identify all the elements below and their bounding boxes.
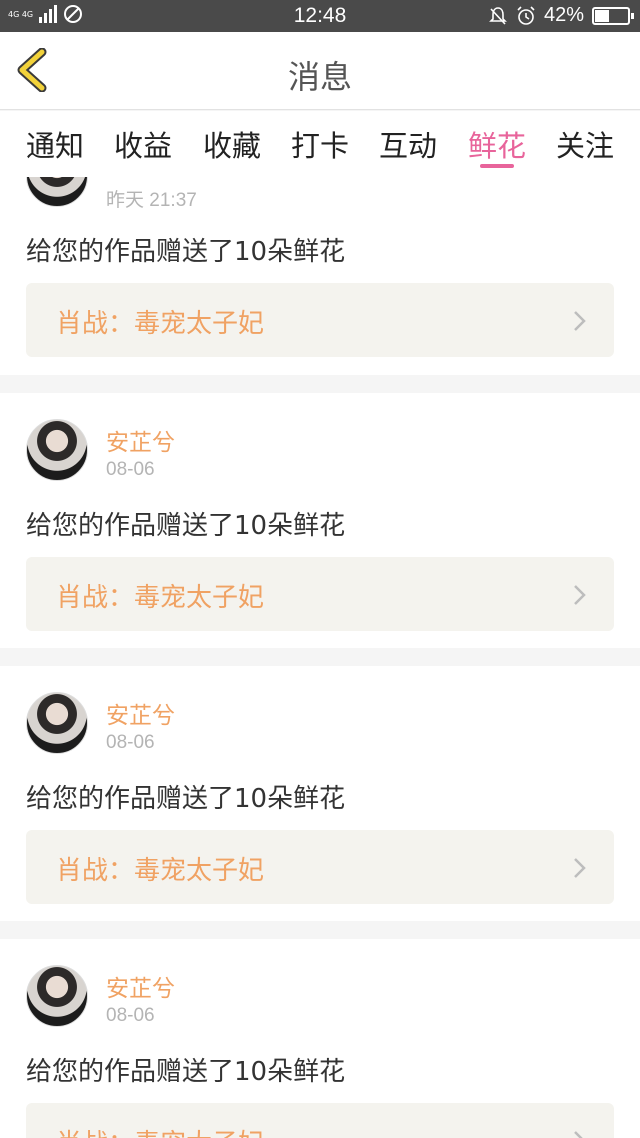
work-title: 肖战：毒宠太子妃 — [56, 856, 265, 886]
status-bar: 4G 4G 12:48 42% — [0, 0, 640, 32]
tab-checkin[interactable]: 打卡 — [291, 123, 349, 165]
user-name[interactable]: 安芷兮 — [106, 969, 175, 1003]
message-card: 安芷兮 08-06 给您的作品赠送了10朵鲜花 肖战：毒宠太子妃 — [0, 666, 640, 921]
page-header: 消息 — [0, 32, 640, 110]
alarm-icon — [517, 5, 535, 25]
chevron-right-icon — [574, 1131, 583, 1138]
chevron-right-icon — [574, 858, 586, 878]
chevron-right-icon — [574, 585, 586, 605]
message-date: 08-06 — [106, 1005, 155, 1026]
page-title: 消息 — [287, 58, 352, 96]
message-date: 昨天 21:37 — [106, 190, 197, 211]
chevron-right-icon — [574, 311, 586, 331]
tab-follow[interactable]: 关注 — [556, 123, 614, 165]
work-link[interactable]: 肖战：毒宠太子妃 — [26, 557, 614, 631]
message-text: 给您的作品赠送了10朵鲜花 — [26, 1057, 346, 1087]
work-link[interactable]: 肖战：毒宠太子妃 — [26, 283, 614, 357]
avatar[interactable] — [26, 419, 88, 481]
message-text: 给您的作品赠送了10朵鲜花 — [26, 237, 346, 267]
message-card: 昨天 21:37 给您的作品赠送了10朵鲜花 肖战：毒宠太子妃 — [0, 177, 640, 375]
avatar[interactable] — [26, 692, 88, 754]
tab-favorites[interactable]: 收藏 — [203, 123, 261, 165]
message-text: 给您的作品赠送了10朵鲜花 — [26, 511, 346, 541]
silent-bell-icon — [489, 6, 507, 25]
work-title: 肖战：毒宠太子妃 — [56, 583, 265, 613]
work-link[interactable]: 肖战：毒宠太子妃 — [26, 830, 614, 904]
battery-icon — [592, 6, 634, 25]
tab-flowers[interactable]: 鲜花 — [468, 123, 526, 165]
tab-interact[interactable]: 互动 — [379, 123, 437, 165]
active-tab-indicator — [480, 164, 514, 168]
tab-bar: 通知 收益 收藏 打卡 互动 鲜花 关注 — [0, 111, 640, 177]
battery-percent: 42% — [543, 4, 584, 26]
status-right: 42% — [488, 4, 634, 27]
message-text: 给您的作品赠送了10朵鲜花 — [26, 784, 346, 814]
work-link[interactable]: 肖战：毒宠太子妃 — [26, 1103, 614, 1138]
user-name[interactable]: 安芷兮 — [106, 423, 175, 457]
avatar[interactable] — [26, 177, 88, 207]
user-name[interactable]: 安芷兮 — [106, 696, 175, 730]
work-title: 肖战：毒宠太子妃 — [56, 309, 265, 339]
avatar[interactable] — [26, 965, 88, 1027]
message-date: 08-06 — [106, 459, 155, 480]
message-date: 08-06 — [106, 732, 155, 753]
message-card: 安芷兮 08-06 给您的作品赠送了10朵鲜花 肖战：毒宠太子妃 — [0, 939, 640, 1138]
tab-earnings[interactable]: 收益 — [114, 123, 172, 165]
battery-fill — [595, 9, 610, 22]
tab-notify[interactable]: 通知 — [26, 123, 84, 165]
message-list[interactable]: 昨天 21:37 给您的作品赠送了10朵鲜花 肖战：毒宠太子妃 安芷兮 08-0… — [0, 177, 640, 1138]
message-card: 安芷兮 08-06 给您的作品赠送了10朵鲜花 肖战：毒宠太子妃 — [0, 393, 640, 648]
work-title: 肖战：毒宠太子妃 — [56, 1123, 264, 1138]
